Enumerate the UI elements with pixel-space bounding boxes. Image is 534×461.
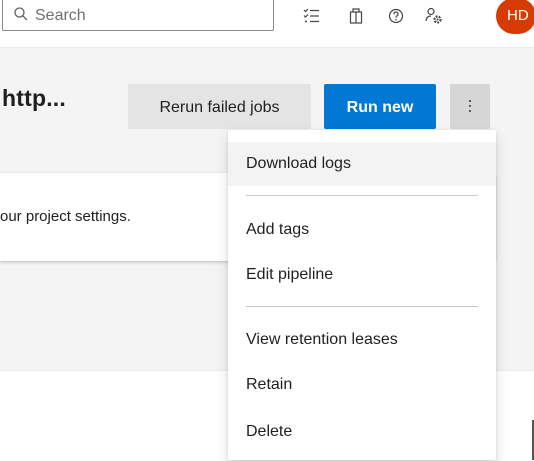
menu-divider <box>246 195 478 196</box>
menu-item-label: Edit pipeline <box>246 266 334 283</box>
menu-item-label: Download logs <box>246 155 351 172</box>
menu-item-label: Add tags <box>246 221 310 238</box>
menu-item-label: View retention leases <box>246 331 398 348</box>
more-vertical-icon-dot <box>469 105 471 107</box>
notice-text: our project settings. <box>0 208 131 225</box>
more-vertical-icon-dot <box>469 110 471 112</box>
more-actions-menu: Download logs Add tags Edit pipeline Vie… <box>228 130 496 460</box>
page-title: http... <box>2 85 66 111</box>
rerun-failed-jobs-button[interactable]: Rerun failed jobs <box>128 84 311 129</box>
help-icon[interactable] <box>386 6 406 26</box>
user-settings-icon[interactable] <box>424 6 444 26</box>
menu-item-download-logs[interactable]: Download logs <box>228 142 496 186</box>
avatar-initials: HD <box>507 7 529 24</box>
menu-item-label: Retain <box>246 376 293 393</box>
more-actions-button[interactable] <box>450 84 490 129</box>
menu-item-retain[interactable]: Retain <box>228 363 496 407</box>
menu-divider <box>246 306 478 307</box>
menu-item-edit-pipeline[interactable]: Edit pipeline <box>228 253 496 297</box>
menu-item-label: Delete <box>246 423 293 440</box>
more-vertical-icon <box>469 100 471 102</box>
avatar[interactable]: HD <box>496 0 534 34</box>
search-input[interactable] <box>33 3 267 29</box>
search-icon <box>14 7 28 21</box>
marketplace-bag-icon[interactable] <box>346 6 366 26</box>
run-new-button[interactable]: Run new <box>324 84 436 129</box>
menu-item-view-retention-leases[interactable]: View retention leases <box>228 318 496 362</box>
menu-item-delete[interactable]: Delete <box>228 410 496 454</box>
menu-item-add-tags[interactable]: Add tags <box>228 208 496 252</box>
task-list-icon[interactable] <box>302 6 322 26</box>
search-box[interactable] <box>2 0 274 31</box>
top-header: HD <box>0 0 534 48</box>
